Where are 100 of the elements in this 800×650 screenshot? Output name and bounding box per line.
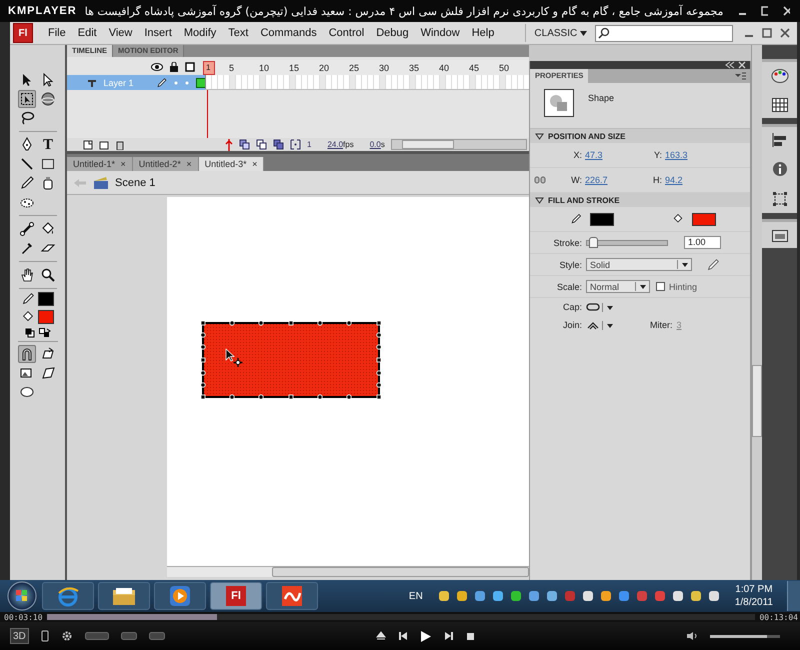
- palette-icon[interactable]: [770, 68, 788, 84]
- free-transform-tool[interactable]: [18, 90, 36, 108]
- tray-icon[interactable]: [508, 589, 523, 603]
- phone-icon[interactable]: [40, 630, 49, 642]
- swap-colors-icon[interactable]: [38, 328, 50, 338]
- system-clock[interactable]: 1:07 PM 1/8/2011: [734, 583, 773, 609]
- close-icon[interactable]: [779, 27, 791, 39]
- onion-outline-icon[interactable]: [273, 139, 284, 150]
- eject-icon[interactable]: [376, 631, 386, 641]
- play-icon[interactable]: [420, 630, 432, 642]
- search-field[interactable]: [595, 24, 733, 42]
- stage-canvas[interactable]: [167, 197, 529, 566]
- tray-icon[interactable]: [472, 589, 487, 603]
- menu-item[interactable]: Help: [466, 27, 500, 39]
- edit-frames-icon[interactable]: [290, 139, 301, 150]
- tray-icon[interactable]: [670, 589, 685, 603]
- sphere-tool[interactable]: [39, 90, 57, 108]
- tray-icon[interactable]: [706, 589, 721, 603]
- 3d-mode-button[interactable]: 3D: [10, 628, 29, 644]
- start-button[interactable]: [6, 580, 38, 612]
- stop-icon[interactable]: [466, 632, 475, 640]
- folder-icon[interactable]: [99, 140, 109, 150]
- settings-icon[interactable]: [60, 630, 73, 642]
- text-tool[interactable]: T: [39, 136, 57, 154]
- section-header[interactable]: POSITION AND SIZE: [530, 129, 750, 143]
- tray-icon[interactable]: [580, 589, 595, 603]
- stage-scrollbar[interactable]: [167, 566, 529, 577]
- tray-icon[interactable]: [490, 589, 505, 603]
- value-field[interactable]: 47.3: [585, 150, 650, 160]
- menu-item[interactable]: Commands: [254, 27, 323, 39]
- value-field[interactable]: 163.3: [665, 150, 730, 160]
- timeline-scrollbar[interactable]: [390, 139, 527, 150]
- onion-skin-icon[interactable]: [256, 139, 267, 150]
- cap-dropdown[interactable]: [586, 302, 614, 312]
- tray-icon[interactable]: [598, 589, 613, 603]
- menu-item[interactable]: Modify: [178, 27, 222, 39]
- menu-item[interactable]: File: [42, 27, 72, 39]
- volume-slider[interactable]: [710, 634, 780, 638]
- center-frame-icon[interactable]: [239, 139, 250, 150]
- magnet-button[interactable]: [18, 345, 36, 363]
- menu-item[interactable]: Text: [222, 27, 254, 39]
- stroke-color-swatch[interactable]: [590, 212, 614, 226]
- transform-icon[interactable]: [772, 191, 788, 207]
- stroke-color-swatch[interactable]: [38, 292, 54, 306]
- new-layer-icon[interactable]: [83, 140, 93, 150]
- pencil-icon[interactable]: [706, 258, 720, 272]
- outline-square-icon[interactable]: [185, 62, 195, 72]
- selected-rectangle-drawing[interactable]: [201, 321, 381, 399]
- seek-bar[interactable]: [46, 614, 756, 620]
- dot-icon[interactable]: [174, 80, 178, 84]
- maximize-icon[interactable]: [761, 27, 773, 39]
- paint-taskbar-button[interactable]: [266, 582, 318, 610]
- value-field[interactable]: 94.2: [665, 175, 730, 185]
- menu-item[interactable]: Window: [414, 27, 466, 39]
- tray-icon[interactable]: [526, 589, 541, 603]
- menu-item[interactable]: View: [102, 27, 138, 39]
- next-icon[interactable]: [444, 631, 454, 641]
- menu-item[interactable]: Insert: [138, 27, 178, 39]
- menu-item[interactable]: Debug: [370, 27, 415, 39]
- volume-icon[interactable]: [686, 631, 698, 641]
- tray-icon[interactable]: [544, 589, 559, 603]
- menu-item[interactable]: Edit: [72, 27, 103, 39]
- tray-icon[interactable]: [454, 589, 469, 603]
- menu-item[interactable]: Control: [322, 27, 370, 39]
- document-tab[interactable]: Untitled-3* ×: [198, 157, 264, 171]
- stroke-width-field[interactable]: 1.00: [684, 236, 721, 249]
- align-icon[interactable]: [772, 133, 788, 147]
- tray-icon[interactable]: [436, 589, 451, 603]
- panel-menu-icon[interactable]: [734, 72, 746, 80]
- join-dropdown[interactable]: [586, 320, 614, 330]
- tray-icon[interactable]: [688, 589, 703, 603]
- document-tab[interactable]: Untitled-1* ×: [67, 157, 133, 171]
- zoom-tool[interactable]: [39, 266, 57, 284]
- scale-dropdown[interactable]: Normal: [586, 280, 650, 293]
- stroke-slider[interactable]: [586, 240, 668, 246]
- info-icon[interactable]: [772, 161, 788, 177]
- dot-icon[interactable]: [184, 80, 189, 84]
- frame-ruler[interactable]: 1 5 10 15 20 25 30 35 40 45 50: [203, 60, 529, 75]
- document-tab[interactable]: Untitled-2* ×: [132, 157, 199, 171]
- fill-color-swatch[interactable]: [38, 310, 54, 324]
- previous-icon[interactable]: [398, 631, 408, 641]
- browser-taskbar-button[interactable]: [42, 582, 94, 610]
- eye-icon[interactable]: [151, 62, 163, 72]
- style-dropdown[interactable]: Solid: [586, 258, 692, 271]
- collapse-icon[interactable]: [725, 61, 735, 69]
- language-indicator[interactable]: EN: [408, 590, 423, 602]
- flash-taskbar-button[interactable]: Fl: [210, 582, 262, 610]
- slider-thumb[interactable]: [589, 236, 598, 248]
- hinting-checkbox[interactable]: [656, 282, 665, 291]
- elapsed-time-value[interactable]: 0.0: [370, 140, 381, 149]
- pencil-tool[interactable]: [18, 174, 36, 192]
- lock-proportions-icon[interactable]: [534, 175, 546, 185]
- fill-color-swatch[interactable]: [692, 212, 716, 226]
- vertical-scrollbar[interactable]: [751, 45, 762, 580]
- folder-taskbar-button[interactable]: [98, 582, 150, 610]
- grid-icon[interactable]: [772, 98, 788, 112]
- default-colors-icon[interactable]: [24, 328, 34, 338]
- bone-tool[interactable]: [18, 220, 36, 238]
- lock-icon[interactable]: [169, 62, 179, 72]
- media-taskbar-button[interactable]: [154, 582, 206, 610]
